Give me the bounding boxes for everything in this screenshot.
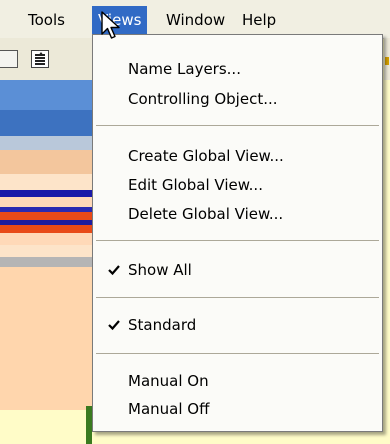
menu-item-delete-global-view[interactable]: Delete Global View... xyxy=(93,200,382,228)
menu-item-edit-global-view[interactable]: Edit Global View... xyxy=(93,171,382,199)
canvas-band xyxy=(0,80,92,110)
canvas-band xyxy=(0,225,92,233)
menu-item-label: Name Layers... xyxy=(128,60,241,78)
menu-separator xyxy=(96,125,379,126)
menu-item-label: Edit Global View... xyxy=(128,176,263,194)
canvas-band xyxy=(0,233,92,245)
menu-item-label: Show All xyxy=(128,261,192,279)
menu-item-create-global-view[interactable]: Create Global View... xyxy=(93,142,382,170)
toolbar-right-fragment xyxy=(384,38,390,80)
canvas-band xyxy=(0,257,92,267)
menu-separator xyxy=(96,353,379,354)
canvas-band xyxy=(0,267,92,410)
background-canvas xyxy=(0,80,92,410)
toolbar xyxy=(0,38,92,81)
menu-window[interactable]: Window xyxy=(160,9,231,31)
menu-help[interactable]: Help xyxy=(236,9,282,31)
menu-item-name-layers[interactable]: Name Layers... xyxy=(93,55,382,83)
canvas-band xyxy=(0,136,92,150)
canvas-band xyxy=(0,190,92,197)
canvas-band xyxy=(0,245,92,257)
menu-item-label: Standard xyxy=(128,316,197,334)
views-dropdown-menu: Name Layers... Controlling Object... Cre… xyxy=(92,34,383,432)
menu-item-manual-off[interactable]: Manual Off xyxy=(93,395,382,423)
mouse-pointer-icon xyxy=(101,11,120,39)
text-field-tool-icon[interactable] xyxy=(31,50,49,68)
menu-item-standard[interactable]: Standard xyxy=(93,311,382,339)
canvas-band xyxy=(0,212,92,220)
canvas-band xyxy=(0,197,92,207)
menu-item-label: Controlling Object... xyxy=(128,90,278,108)
menu-item-controlling-object[interactable]: Controlling Object... xyxy=(93,85,382,113)
menu-item-label: Manual On xyxy=(128,372,209,390)
background-fill xyxy=(0,410,92,444)
menu-item-show-all[interactable]: Show All xyxy=(93,256,382,284)
canvas-band xyxy=(0,150,92,174)
menu-item-label: Create Global View... xyxy=(128,147,284,165)
menu-item-manual-on[interactable]: Manual On xyxy=(93,367,382,395)
rectangle-tool-icon[interactable] xyxy=(0,50,18,68)
check-icon xyxy=(108,265,120,276)
canvas-band xyxy=(0,110,92,136)
menu-separator xyxy=(96,240,379,241)
menu-tools[interactable]: Tools xyxy=(22,9,71,31)
canvas-band xyxy=(0,174,92,190)
check-icon xyxy=(108,320,120,331)
menu-item-label: Delete Global View... xyxy=(128,205,284,223)
menu-separator xyxy=(96,297,379,298)
menu-item-label: Manual Off xyxy=(128,400,210,418)
